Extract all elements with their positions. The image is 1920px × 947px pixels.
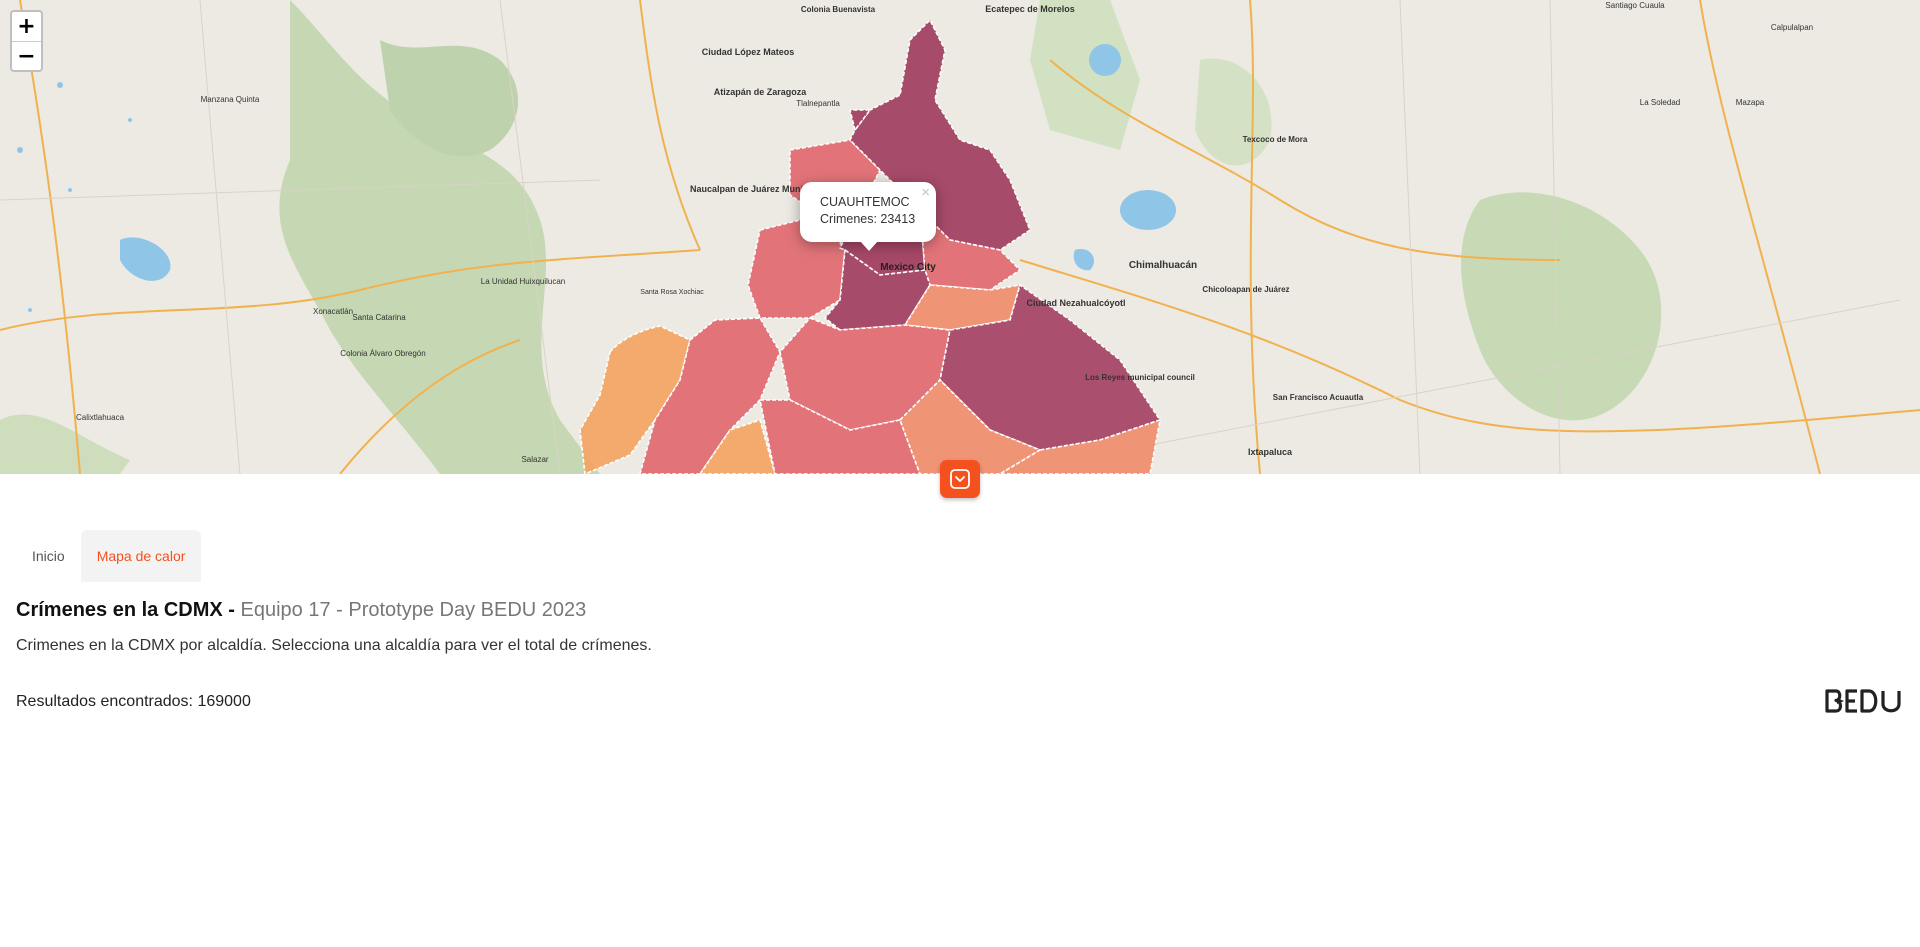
label-manzana-quinta: Manzana Quinta — [201, 95, 260, 104]
label-san-francisco-acuautla: San Francisco Acuautla — [1273, 393, 1364, 402]
zoom-in-button[interactable]: + — [12, 12, 41, 41]
label-santa-rosa: Santa Rosa Xochiac — [640, 289, 704, 296]
map-basemap[interactable]: Colonia Buenavista Ecatepec de Morelos C… — [0, 0, 1920, 474]
popup-alcaldia-name: CUAUHTEMOC — [820, 195, 910, 209]
label-texcoco: Texcoco de Mora — [1243, 135, 1308, 144]
label-nezahualcoyotl: Ciudad Nezahualcóyotl — [1026, 298, 1125, 308]
page-description: Crimenes en la CDMX por alcaldía. Selecc… — [16, 637, 652, 654]
label-calpulalpan: Calpulalpan — [1771, 23, 1813, 32]
popup-crime-count: Crimenes: 23413 — [820, 212, 916, 226]
label-ciudad-lopez-mateos: Ciudad López Mateos — [702, 47, 795, 57]
label-tlalnepantla: Tlalnepantla — [796, 99, 840, 108]
label-xonacatlan: Xonacatlán — [313, 307, 353, 316]
results-count: Resultados encontrados: 169000 — [16, 693, 251, 710]
label-santiago-cuaula: Santiago Cuaula — [1605, 1, 1665, 10]
tab-mapa-de-calor[interactable]: Mapa de calor — [80, 530, 202, 582]
collapse-map-button[interactable] — [940, 460, 980, 498]
bedu-logo-mark — [1825, 689, 1901, 713]
label-ecatepec: Ecatepec de Morelos — [985, 4, 1075, 14]
label-salazar: Salazar — [521, 455, 548, 464]
label-huixquilucan: La Unidad Huixquilucan — [481, 277, 566, 286]
label-mexico-city: Mexico City — [880, 262, 936, 273]
zoom-control: + − — [10, 10, 43, 72]
alcaldia-popup: × CUAUHTEMOC Crimenes: 23413 — [800, 182, 936, 251]
page-title: Crímenes en la CDMX - Equipo 17 - Protot… — [16, 599, 586, 622]
label-chimalhuacan: Chimalhuacán — [1129, 260, 1197, 271]
label-los-reyes: Los Reyes municipal council — [1085, 373, 1195, 382]
label-mazapa: Mazapa — [1736, 98, 1765, 107]
tab-inicio[interactable]: Inicio — [16, 530, 81, 582]
page-title-subtitle: Equipo 17 - Prototype Day BEDU 2023 — [240, 599, 587, 621]
label-col-alvaro: Colonia Álvaro Obregón — [340, 349, 425, 358]
chevron-down-box-icon — [950, 469, 970, 489]
label-la-soledad: La Soledad — [1640, 98, 1680, 107]
nav-tabs: Inicio Mapa de calor — [16, 530, 202, 582]
label-col-buenavista: Colonia Buenavista — [801, 5, 876, 14]
zoom-out-button[interactable]: − — [12, 41, 41, 70]
label-ixtapaluca: Ixtapaluca — [1248, 447, 1293, 457]
bedu-logo — [1824, 688, 1904, 714]
label-calixtlahuaca: Calixtlahuaca — [76, 413, 125, 422]
heat-map[interactable]: Colonia Buenavista Ecatepec de Morelos C… — [0, 0, 1920, 474]
label-santa-catarina: Santa Catarina — [352, 313, 406, 322]
popup-close-button[interactable]: × — [921, 184, 930, 201]
label-chicoloapan: Chicoloapan de Juárez — [1202, 285, 1289, 294]
label-atizapan: Atizapán de Zaragoza — [714, 87, 808, 97]
page-title-main: Crímenes en la CDMX - — [16, 599, 235, 621]
